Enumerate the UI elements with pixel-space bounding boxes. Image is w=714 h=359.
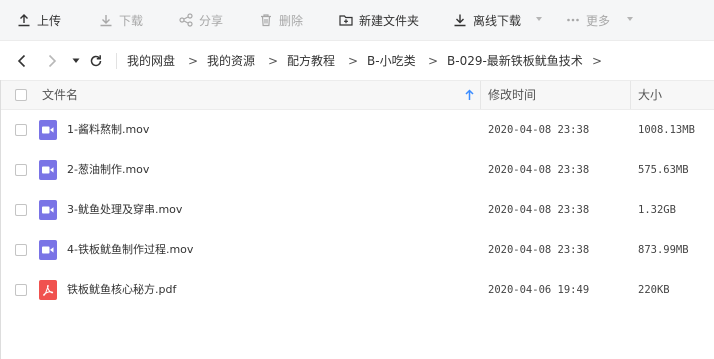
new-folder-label: 新建文件夹: [359, 13, 420, 28]
file-size: 220KB: [638, 284, 670, 296]
refresh-button[interactable]: [87, 52, 105, 70]
file-modified-time: 2020-04-08 23:38: [488, 124, 590, 136]
breadcrumb-my-resources[interactable]: 我的资源: [207, 41, 255, 81]
share-icon: [179, 13, 193, 27]
chevron-left-icon: [17, 54, 26, 68]
file-modified-time: 2020-04-08 23:38: [488, 164, 590, 176]
video-file-icon: [39, 200, 57, 220]
download-label: 下载: [119, 13, 144, 28]
file-name[interactable]: 3-鱿鱼处理及穿串.mov: [67, 190, 182, 230]
trash-icon: [261, 14, 271, 27]
file-modified-time: 2020-04-08 23:38: [488, 204, 590, 216]
file-name[interactable]: 4-铁板鱿鱼制作过程.mov: [67, 230, 193, 270]
breadcrumb-my-disk[interactable]: 我的网盘: [127, 41, 175, 81]
upload-button[interactable]: 上传: [17, 0, 61, 40]
select-all-checkbox[interactable]: [15, 89, 27, 101]
row-checkbox[interactable]: [15, 164, 27, 176]
more-chevron-down-icon[interactable]: [627, 17, 633, 21]
download-icon: [100, 15, 112, 27]
breadcrumb-separator: >: [188, 54, 199, 68]
offline-download-button[interactable]: 离线下载: [453, 0, 521, 40]
video-file-icon: [39, 160, 57, 180]
delete-button[interactable]: 删除: [259, 0, 303, 40]
file-name[interactable]: 2-葱油制作.mov: [67, 150, 149, 190]
column-divider[interactable]: [480, 81, 481, 109]
file-list-header: 文件名 修改时间 大小: [0, 80, 714, 110]
file-name[interactable]: 铁板鱿鱼核心秘方.pdf: [67, 270, 176, 310]
refresh-icon: [90, 55, 102, 67]
upload-icon: [18, 14, 30, 27]
row-checkbox[interactable]: [15, 284, 27, 296]
column-divider[interactable]: [630, 81, 631, 109]
file-row[interactable]: 4-铁板鱿鱼制作过程.mov 2020-04-08 23:38 873.99MB: [0, 230, 714, 270]
file-size: 575.63MB: [638, 164, 689, 176]
breadcrumb-recipe-tutorials[interactable]: 配方教程: [287, 41, 335, 81]
new-folder-icon: [339, 15, 353, 26]
breadcrumb-separator: >: [592, 54, 603, 68]
new-folder-button[interactable]: 新建文件夹: [339, 0, 419, 40]
sort-arrow-up-icon[interactable]: [465, 89, 474, 101]
navigation-bar: 我的网盘 > 我的资源 > 配方教程 > B-小吃类 > B-029-最新铁板鱿…: [0, 40, 714, 81]
file-row[interactable]: 1-酱料熬制.mov 2020-04-08 23:38 1008.13MB: [0, 110, 714, 150]
file-size: 873.99MB: [638, 244, 689, 256]
file-size: 1008.13MB: [638, 124, 695, 136]
share-label: 分享: [199, 13, 224, 28]
video-file-icon: [39, 240, 57, 260]
delete-label: 删除: [279, 13, 304, 28]
pdf-file-icon: [39, 280, 57, 300]
column-header-size[interactable]: 大小: [638, 81, 662, 109]
file-modified-time: 2020-04-06 19:49: [488, 284, 590, 296]
video-file-icon: [39, 120, 57, 140]
file-modified-time: 2020-04-08 23:38: [488, 244, 590, 256]
breadcrumb-current-folder[interactable]: B-029-最新铁板鱿鱼技术: [447, 41, 583, 81]
more-dots-icon: [567, 18, 579, 22]
column-header-modified[interactable]: 修改时间: [488, 81, 536, 109]
breadcrumb-snacks[interactable]: B-小吃类: [367, 41, 416, 81]
caret-down-icon: [72, 58, 80, 63]
row-checkbox[interactable]: [15, 124, 27, 136]
offline-download-icon: [454, 14, 466, 27]
file-size: 1.32GB: [638, 204, 676, 216]
breadcrumb-separator: >: [268, 54, 279, 68]
file-row[interactable]: 2-葱油制作.mov 2020-04-08 23:38 575.63MB: [0, 150, 714, 190]
offline-download-chevron-down-icon[interactable]: [536, 17, 542, 21]
nav-divider: [116, 53, 117, 69]
offline-download-label: 离线下载: [473, 13, 522, 28]
forward-button[interactable]: [43, 52, 61, 70]
file-name[interactable]: 1-酱料熬制.mov: [67, 110, 149, 150]
download-button[interactable]: 下载: [99, 0, 143, 40]
chevron-right-icon: [48, 54, 57, 68]
history-dropdown-button[interactable]: [67, 52, 85, 70]
breadcrumb-separator: >: [428, 54, 439, 68]
row-checkbox[interactable]: [15, 244, 27, 256]
file-row[interactable]: 铁板鱿鱼核心秘方.pdf 2020-04-06 19:49 220KB: [0, 270, 714, 310]
more-label: 更多: [586, 13, 611, 28]
row-checkbox[interactable]: [15, 204, 27, 216]
file-row[interactable]: 3-鱿鱼处理及穿串.mov 2020-04-08 23:38 1.32GB: [0, 190, 714, 230]
breadcrumb-separator: >: [348, 54, 359, 68]
share-button[interactable]: 分享: [179, 0, 223, 40]
toolbar: 上传 下载 分享 删除 新建文件夹 离线下载 更多: [0, 0, 714, 40]
more-button[interactable]: 更多: [566, 0, 610, 40]
upload-label: 上传: [37, 13, 62, 28]
column-header-name[interactable]: 文件名: [42, 81, 78, 109]
back-button[interactable]: [13, 52, 31, 70]
